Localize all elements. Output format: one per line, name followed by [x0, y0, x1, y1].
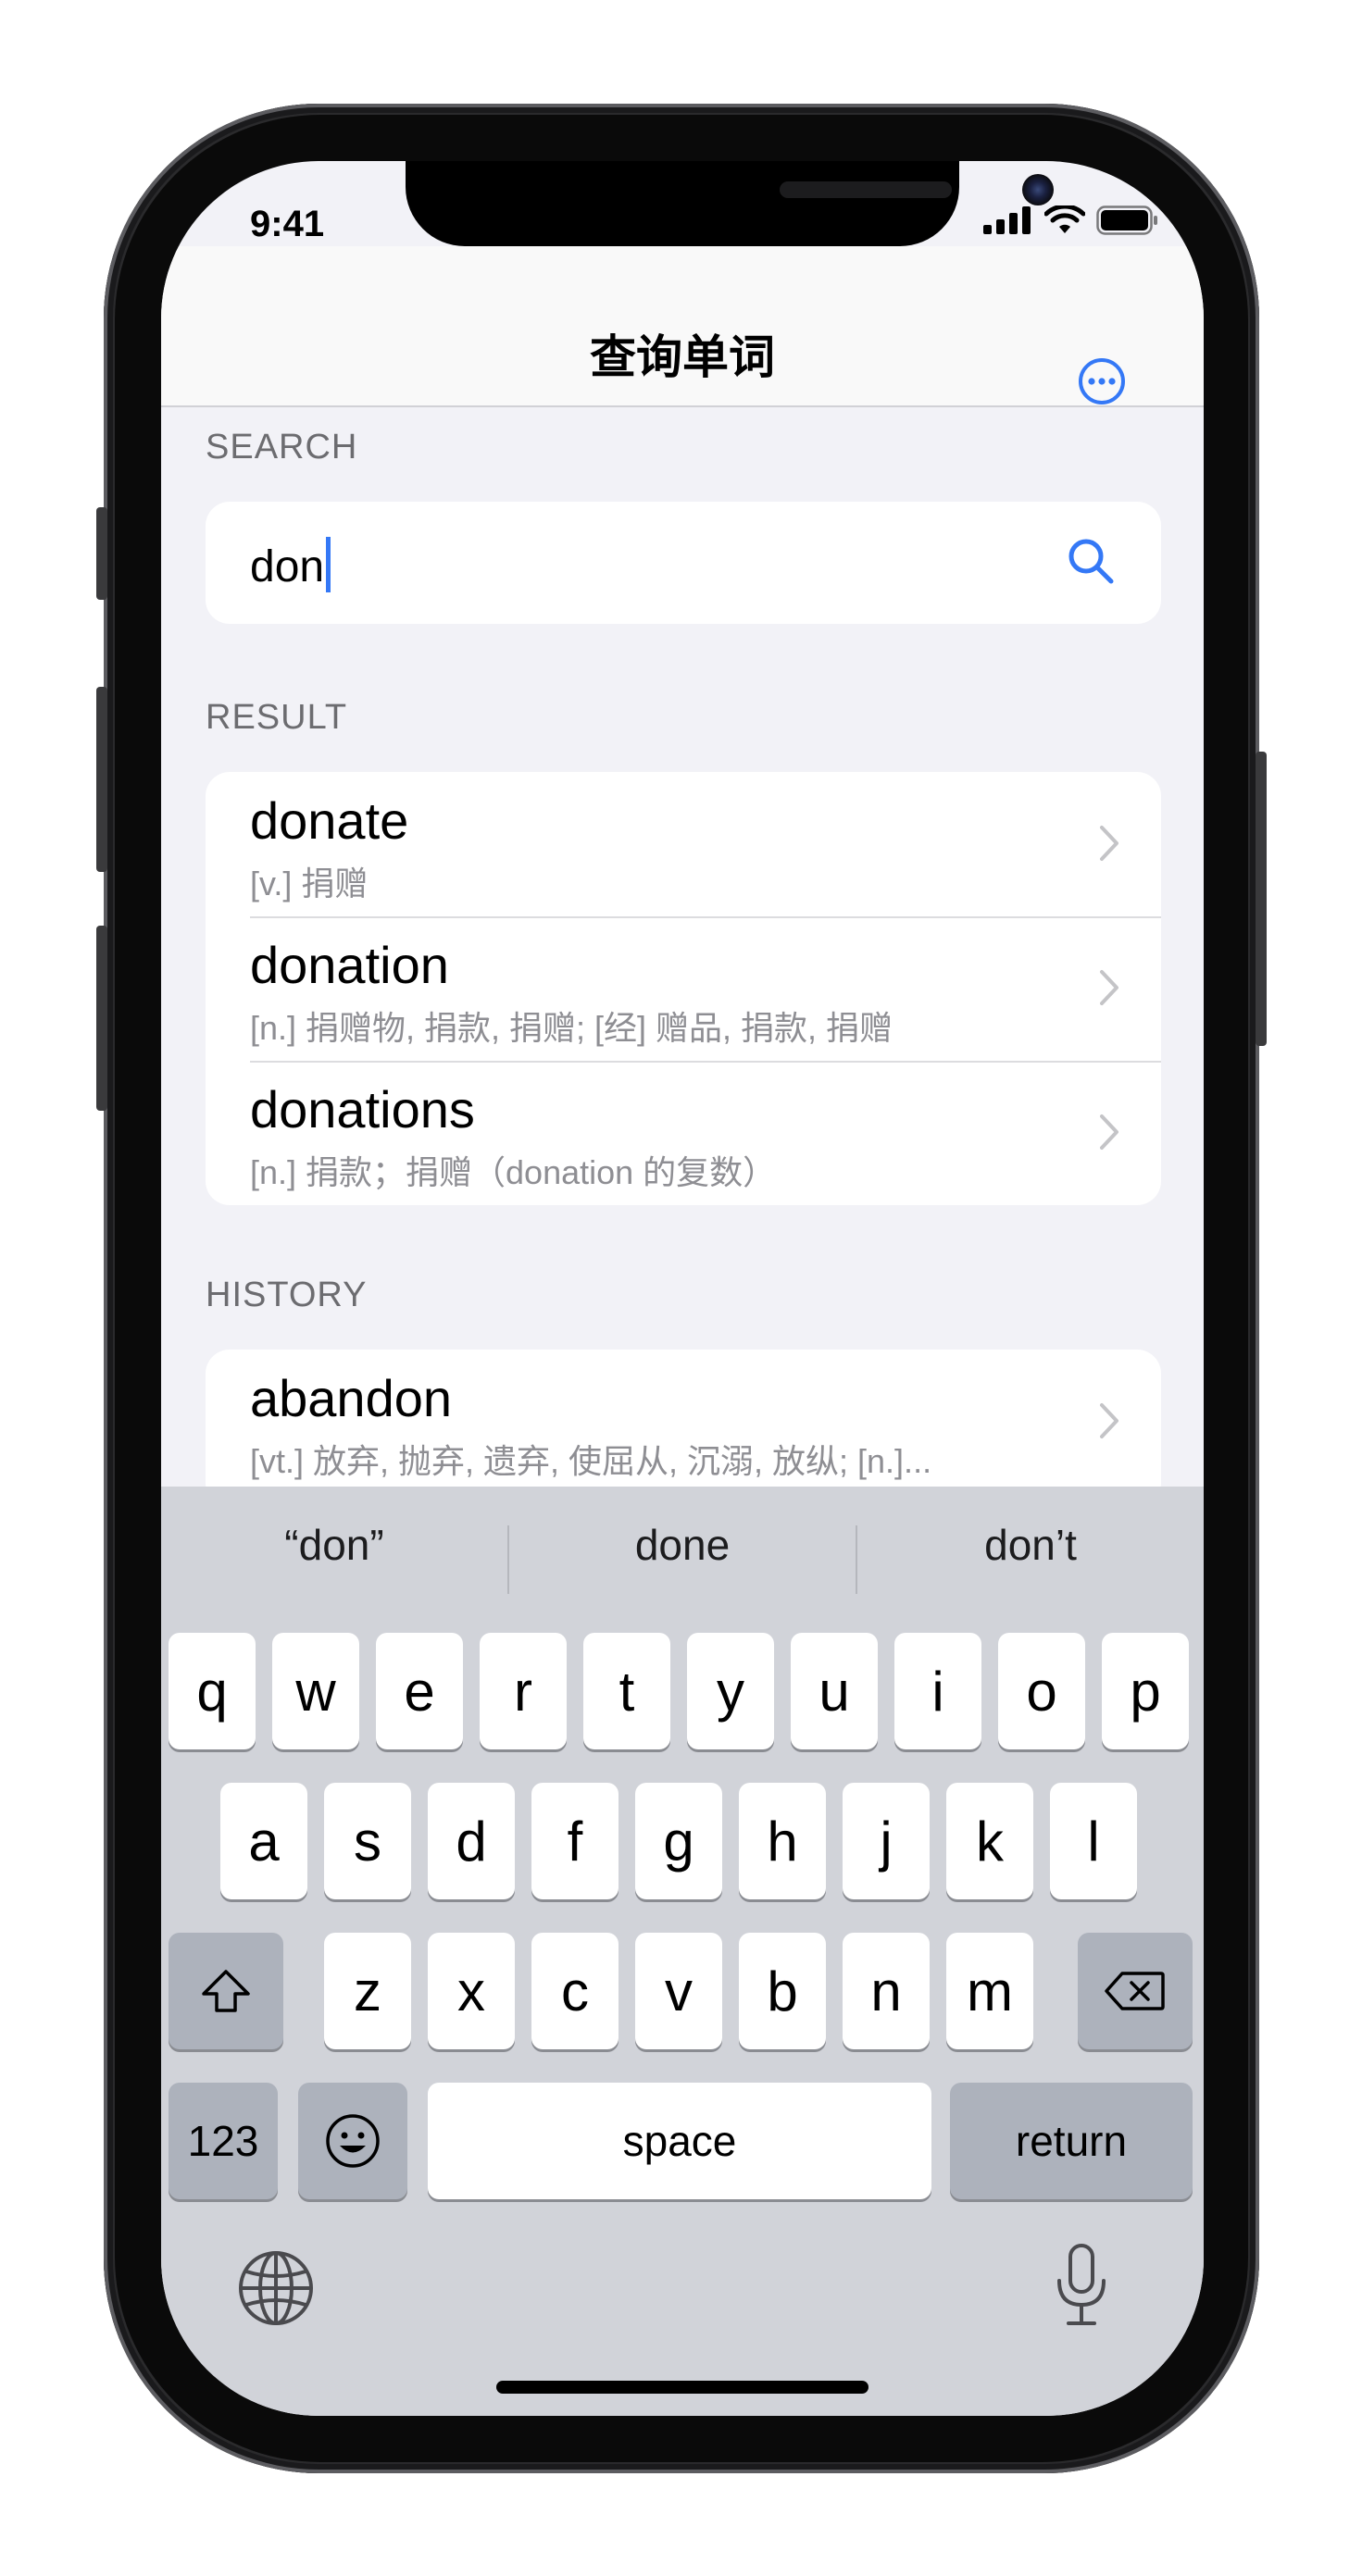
battery-icon — [1096, 205, 1157, 235]
key-z[interactable]: z — [324, 1933, 411, 2049]
key-c[interactable]: c — [531, 1933, 619, 2049]
result-definition: [n.] 捐款；捐赠（donation 的复数） — [250, 1153, 777, 1191]
chevron-right-icon — [1100, 826, 1118, 861]
shift-icon — [202, 1970, 250, 2012]
list-item[interactable]: abandon [vt.] 放弃, 抛弃, 遗弃, 使屈从, 沉溺, 放纵; [… — [206, 1350, 1161, 1494]
more-options-button[interactable] — [1077, 356, 1127, 406]
globe-icon — [239, 2251, 313, 2325]
key-v[interactable]: v — [635, 1933, 722, 2049]
search-input-value: don — [250, 542, 325, 591]
history-list: abandon [vt.] 放弃, 抛弃, 遗弃, 使屈从, 沉溺, 放纵; [… — [206, 1350, 1161, 1507]
microphone-icon — [1057, 2244, 1106, 2325]
list-item[interactable]: donation [n.] 捐赠物, 捐款, 捐赠; [经] 赠品, 捐款, 捐… — [206, 916, 1161, 1061]
key-p[interactable]: p — [1102, 1633, 1189, 1749]
numbers-key[interactable]: 123 — [169, 2083, 278, 2199]
mute-switch — [96, 507, 107, 600]
chevron-right-icon — [1100, 970, 1118, 1005]
text-cursor — [326, 537, 331, 592]
status-icons — [983, 205, 1159, 235]
search-section-label: SEARCH — [206, 428, 358, 467]
delete-icon — [1105, 1972, 1165, 2010]
history-word: abandon — [250, 1369, 453, 1427]
chevron-right-icon — [1100, 1403, 1118, 1438]
navigation-bar: 查询单词 — [161, 246, 1204, 407]
emoji-key[interactable] — [298, 2083, 407, 2199]
shift-key[interactable] — [169, 1933, 283, 2049]
space-key[interactable]: space — [428, 2083, 931, 2199]
chevron-right-icon — [1100, 1114, 1118, 1150]
key-u[interactable]: u — [791, 1633, 878, 1749]
result-word: donation — [250, 936, 449, 994]
status-time: 9:41 — [250, 204, 325, 244]
key-a[interactable]: a — [220, 1783, 307, 1899]
key-b[interactable]: b — [739, 1933, 826, 2049]
result-definition: [n.] 捐赠物, 捐款, 捐赠; [经] 赠品, 捐款, 捐赠 — [250, 1009, 893, 1047]
power-button — [1256, 752, 1267, 1046]
front-camera — [1022, 174, 1054, 205]
home-indicator[interactable] — [496, 2381, 868, 2394]
return-key[interactable]: return — [950, 2083, 1193, 2199]
key-k[interactable]: k — [946, 1783, 1033, 1899]
key-j[interactable]: j — [843, 1783, 930, 1899]
ellipsis-circle-icon — [1079, 358, 1125, 404]
key-d[interactable]: d — [428, 1783, 515, 1899]
search-field[interactable]: don — [206, 502, 1161, 624]
key-h[interactable]: h — [739, 1783, 826, 1899]
key-o[interactable]: o — [998, 1633, 1085, 1749]
search-icon[interactable] — [1065, 535, 1117, 587]
search-input[interactable]: don — [250, 537, 331, 592]
key-n[interactable]: n — [843, 1933, 930, 2049]
volume-up-button — [96, 687, 107, 872]
key-l[interactable]: l — [1050, 1783, 1137, 1899]
emoji-icon — [326, 2114, 380, 2168]
key-g[interactable]: g — [635, 1783, 722, 1899]
result-word: donate — [250, 791, 409, 850]
suggestion-done[interactable]: done — [509, 1520, 856, 1570]
suggestion-typed[interactable]: “don” — [161, 1520, 507, 1570]
suggestion-dont[interactable]: don’t — [857, 1520, 1204, 1570]
key-y[interactable]: y — [687, 1633, 774, 1749]
cellular-signal-icon — [983, 206, 1031, 234]
speaker-grille — [780, 181, 952, 198]
key-s[interactable]: s — [324, 1783, 411, 1899]
key-w[interactable]: w — [272, 1633, 359, 1749]
key-r[interactable]: r — [480, 1633, 567, 1749]
list-item[interactable]: donations [n.] 捐款；捐赠（donation 的复数） — [206, 1061, 1161, 1205]
key-m[interactable]: m — [946, 1933, 1033, 2049]
result-word: donations — [250, 1080, 475, 1139]
phone-screen: 查询单词 9:41 SEARCH don RESULT donate [v.] … — [161, 161, 1204, 2416]
wifi-icon — [1044, 205, 1085, 233]
result-section-label: RESULT — [206, 698, 348, 737]
keyboard: “don” done don’t q w e r t y u i o p a s… — [161, 1487, 1204, 2416]
list-item[interactable]: donate [v.] 捐赠 — [206, 772, 1161, 916]
key-t[interactable]: t — [583, 1633, 670, 1749]
dictation-button[interactable] — [1056, 2242, 1107, 2327]
history-definition: [vt.] 放弃, 抛弃, 遗弃, 使屈从, 沉溺, 放纵; [n.]... — [250, 1442, 932, 1480]
delete-key[interactable] — [1078, 1933, 1193, 2049]
result-definition: [v.] 捐赠 — [250, 865, 369, 902]
history-section-label: HISTORY — [206, 1276, 368, 1314]
page-title: 查询单词 — [590, 331, 775, 383]
key-x[interactable]: x — [428, 1933, 515, 2049]
key-e[interactable]: e — [376, 1633, 463, 1749]
volume-down-button — [96, 926, 107, 1111]
key-f[interactable]: f — [531, 1783, 619, 1899]
result-list: donate [v.] 捐赠 donation [n.] 捐赠物, 捐款, 捐赠… — [206, 772, 1161, 1205]
key-q[interactable]: q — [169, 1633, 256, 1749]
key-i[interactable]: i — [894, 1633, 981, 1749]
notch — [406, 161, 1054, 246]
globe-button[interactable] — [237, 2249, 315, 2327]
